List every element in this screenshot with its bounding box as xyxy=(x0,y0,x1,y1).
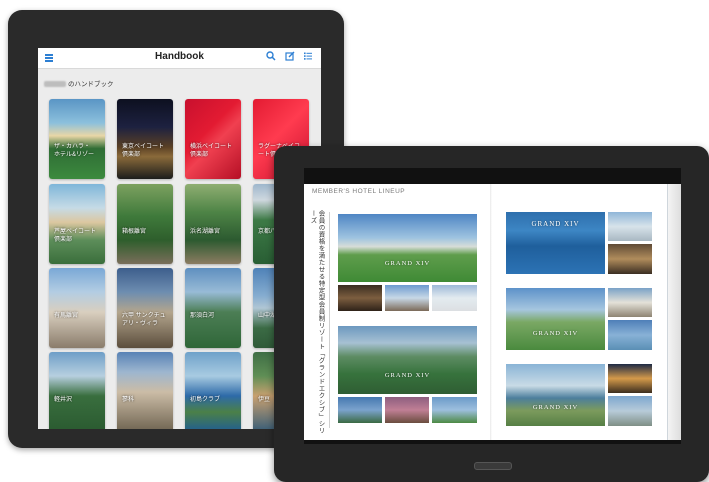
search-icon[interactable] xyxy=(265,51,277,63)
book-label: 有馬離宮 xyxy=(54,313,79,319)
blurred-owner-name xyxy=(44,81,66,88)
hotel-photo: GRAND XIV xyxy=(506,212,605,274)
book-label: 横浜ベイコート 倶楽部 xyxy=(190,144,233,158)
app-bar: Handbook xyxy=(38,48,321,69)
thumbnail-photo xyxy=(338,285,382,311)
thumbnail-photo xyxy=(432,285,477,311)
book-label: 那須白河 xyxy=(190,313,215,319)
thumbnail-photo xyxy=(385,397,429,423)
book-tile[interactable]: 有馬離宮 xyxy=(49,268,105,348)
grand-xiv-logo: GRAND XIV xyxy=(532,404,579,411)
book-tile[interactable]: 浜名湖離宮 xyxy=(185,184,241,264)
thumbnail-photo xyxy=(608,244,652,274)
book-tile[interactable]: 横浜ベイコート 倶楽部 xyxy=(185,99,241,179)
grand-xiv-logo: GRAND XIV xyxy=(384,260,431,267)
owner-heading-text: のハンドブック xyxy=(68,81,114,88)
thumbnail-photo xyxy=(432,397,477,423)
book-tile[interactable]: 蓼科 xyxy=(117,352,173,429)
grand-xiv-logo: GRAND XIV xyxy=(532,330,579,337)
book-label: 初島クラブ xyxy=(190,397,221,403)
viewer-top-bar xyxy=(304,168,681,184)
catalog-page-right[interactable]: GRAND XIV GRAND XIV GRAND XIV xyxy=(492,184,667,440)
book-label: 芦屋ベイコート 倶楽部 xyxy=(54,229,97,243)
thumbnail-photo xyxy=(608,364,652,393)
hotel-photo: GRAND XIV xyxy=(506,288,605,350)
hotel-photo: GRAND XIV xyxy=(338,326,477,394)
book-label: 蓼科 xyxy=(122,397,135,403)
book-tile[interactable]: 箱根離宮 xyxy=(117,184,173,264)
owner-heading: のハンドブック xyxy=(44,78,114,88)
book-tile[interactable]: 芦屋ベイコート 倶楽部 xyxy=(49,184,105,264)
list-icon[interactable] xyxy=(302,51,314,63)
book-label: ザ・カハラ・ ホテル&リゾー xyxy=(54,144,95,158)
book-label: 箱根離宮 xyxy=(122,229,147,235)
thumbnail-photo xyxy=(608,320,652,350)
hotel-photo: GRAND XIV xyxy=(506,364,605,426)
edit-icon[interactable] xyxy=(284,51,296,63)
book-tile[interactable]: ザ・カハラ・ ホテル&リゾー xyxy=(49,99,105,179)
thumbnail-photo xyxy=(608,396,652,426)
home-button[interactable] xyxy=(474,462,512,470)
book-label: 軽井沢 xyxy=(54,397,73,403)
book-tile[interactable]: 六甲 サンクチュ アリ・ヴィラ xyxy=(117,268,173,348)
book-tile[interactable]: 初島クラブ xyxy=(185,352,241,429)
book-tile[interactable]: 軽井沢 xyxy=(49,352,105,429)
grand-xiv-logo: GRAND XIV xyxy=(384,372,431,379)
catalog-page-left[interactable]: MEMBER'S HOTEL LINEUP 会員の資格を満たせる特定型会員制リゾ… xyxy=(304,184,492,440)
thumbnail-photo xyxy=(385,285,429,311)
lineup-heading: MEMBER'S HOTEL LINEUP xyxy=(312,188,406,195)
viewer-bottom-bar xyxy=(304,440,681,444)
hotel-photo: GRAND XIV xyxy=(338,214,477,282)
divider xyxy=(329,212,330,428)
book-label: 浜名湖離宮 xyxy=(190,229,221,235)
book-label: 東京ベイコート 倶楽部 xyxy=(122,144,165,158)
thumbnail-photo xyxy=(608,212,652,241)
app-title: Handbook xyxy=(155,51,204,62)
thumbnail-photo xyxy=(338,397,382,423)
book-tile[interactable]: 東京ベイコート 倶楽部 xyxy=(117,99,173,179)
thumbnail-photo xyxy=(608,288,652,317)
book-label: 六甲 サンクチュ アリ・ヴィラ xyxy=(122,313,166,327)
book-tile[interactable]: 那須白河 xyxy=(185,268,241,348)
tablet-landscape: MEMBER'S HOTEL LINEUP 会員の資格を満たせる特定型会員制リゾ… xyxy=(274,146,709,482)
vertical-caption: 会員の資格を満たせる特定型会員制リゾート「グランドエクシブ」シリーズ xyxy=(309,210,324,434)
catalog-screen: MEMBER'S HOTEL LINEUP 会員の資格を満たせる特定型会員制リゾ… xyxy=(304,168,681,444)
grand-xiv-logo: GRAND XIV xyxy=(531,220,580,228)
page-edge xyxy=(667,184,681,440)
